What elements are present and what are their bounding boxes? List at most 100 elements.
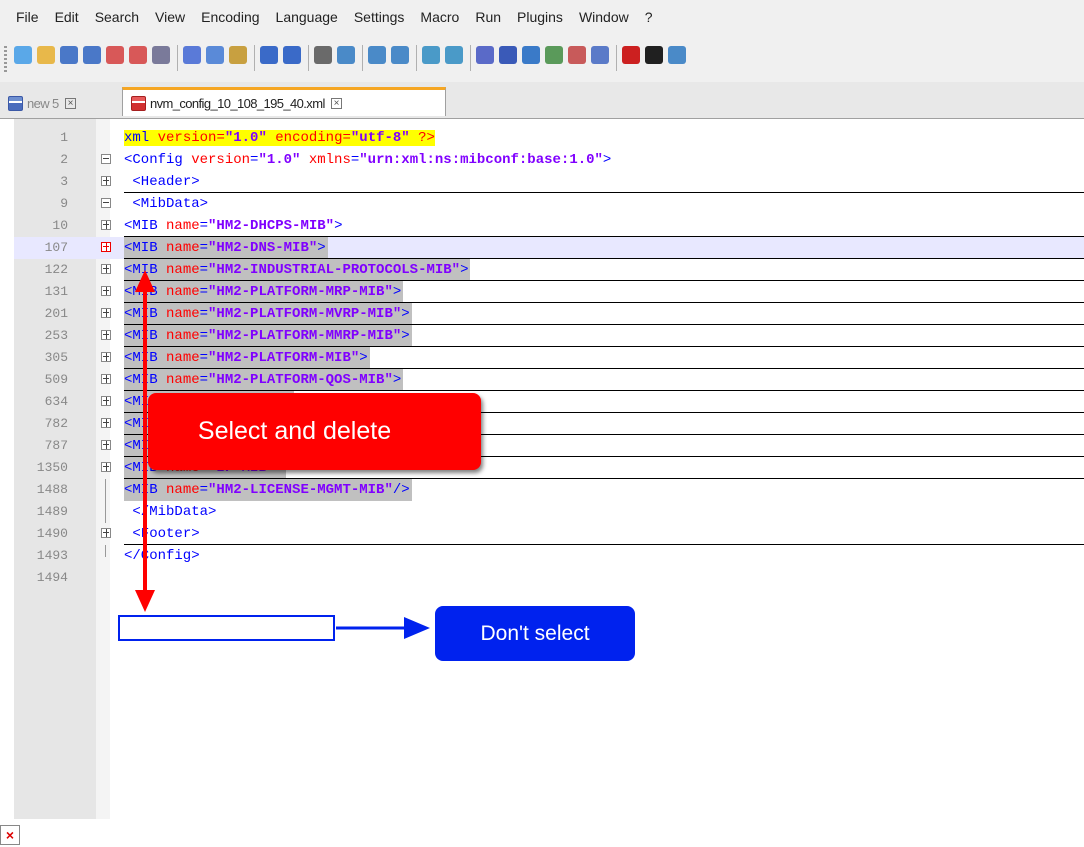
record-macro-icon[interactable]	[622, 46, 640, 64]
line-number: 1488	[36, 482, 68, 497]
redo-icon[interactable]	[283, 46, 301, 64]
code-text[interactable]: </MibData>	[124, 501, 218, 523]
folder-workspace-icon[interactable]	[591, 46, 609, 64]
expand-fold-icon[interactable]	[101, 374, 111, 384]
word-wrap-icon[interactable]	[476, 46, 494, 64]
code-text[interactable]: <MIB name="HM2-DNS-MIB">	[124, 237, 328, 259]
indent-guide-icon[interactable]	[522, 46, 540, 64]
tab-nvm-config[interactable]: nvm_config_10_108_195_40.xml ×	[122, 87, 446, 116]
code-text[interactable]: <Config version="1.0" xmlns="urn:xml:ns:…	[124, 149, 613, 171]
code-text[interactable]: <MIB name="HM2-PLATFORM-MRP-MIB">	[124, 281, 404, 303]
code-text[interactable]: <Header>	[124, 171, 202, 193]
expand-fold-icon[interactable]	[101, 396, 111, 406]
expand-fold-icon[interactable]	[101, 286, 111, 296]
stop-macro-icon[interactable]	[645, 46, 663, 64]
code-line[interactable]: 305 <MIB name="HM2-PLATFORM-MIB">	[14, 347, 1084, 369]
line-number: 787	[44, 438, 68, 453]
menu-file[interactable]: File	[0, 0, 47, 34]
paste-icon[interactable]	[229, 46, 247, 64]
menu-help[interactable]: ?	[637, 0, 661, 34]
code-text[interactable]: <MIB name="HM2-PLATFORM-QOS-MIB">	[124, 369, 404, 391]
close-tab-icon[interactable]: ×	[330, 97, 342, 109]
menu-language[interactable]: Language	[268, 0, 346, 34]
expand-fold-icon[interactable]	[101, 264, 111, 274]
expand-fold-icon[interactable]	[101, 528, 111, 538]
code-line[interactable]: 131 <MIB name="HM2-PLATFORM-MRP-MIB">	[14, 281, 1084, 303]
expand-fold-icon[interactable]	[101, 220, 111, 230]
code-line[interactable]: 9 <MibData>	[14, 193, 1084, 215]
function-list-icon[interactable]	[568, 46, 586, 64]
code-line[interactable]: 1494	[14, 567, 1084, 589]
menu-encoding[interactable]: Encoding	[193, 0, 267, 34]
code-line[interactable]: 107 <MIB name="HM2-DNS-MIB">	[14, 237, 1084, 259]
code-text[interactable]: <MIB name="HM2-DHCPS-MIB">	[124, 215, 344, 237]
undo-icon[interactable]	[260, 46, 278, 64]
open-file-icon[interactable]	[37, 46, 55, 64]
close-all-icon[interactable]	[129, 46, 147, 64]
expand-fold-icon[interactable]	[101, 330, 111, 340]
show-all-chars-icon[interactable]	[499, 46, 517, 64]
expand-fold-icon[interactable]	[101, 352, 111, 362]
menu-macro[interactable]: Macro	[412, 0, 467, 34]
code-text[interactable]: <MIB name="HM2-PLATFORM-MIB">	[124, 347, 370, 369]
toolbar-grip[interactable]	[4, 46, 7, 72]
code-line[interactable]: 1493 </Config>	[14, 545, 1084, 567]
copy-icon[interactable]	[206, 46, 224, 64]
menu-settings[interactable]: Settings	[346, 0, 413, 34]
toolbar-separator	[177, 45, 178, 71]
fold-guide-line	[105, 479, 106, 501]
code-line[interactable]: 10 <MIB name="HM2-DHCPS-MIB">	[14, 215, 1084, 237]
code-line[interactable]: 253 <MIB name="HM2-PLATFORM-MMRP-MIB">	[14, 325, 1084, 347]
zoom-out-icon[interactable]	[391, 46, 409, 64]
expand-fold-icon[interactable]	[101, 242, 111, 252]
replace-icon[interactable]	[337, 46, 355, 64]
cut-icon[interactable]	[183, 46, 201, 64]
code-line[interactable]: 1490 <Footer>	[14, 523, 1084, 545]
close-tab-icon[interactable]: ×	[64, 97, 76, 109]
expand-fold-icon[interactable]	[101, 308, 111, 318]
collapse-fold-icon[interactable]	[101, 154, 111, 164]
fold-end-line	[105, 545, 106, 557]
code-text[interactable]: </Config>	[124, 545, 202, 567]
menu-edit[interactable]: Edit	[47, 0, 87, 34]
code-line[interactable]: 201 <MIB name="HM2-PLATFORM-MVRP-MIB">	[14, 303, 1084, 325]
code-lines[interactable]: 1 xml version="1.0" encoding="utf-8" ?> 2 <…	[14, 127, 1084, 589]
find-icon[interactable]	[314, 46, 332, 64]
tab-new-5[interactable]: new 5 ×	[0, 88, 122, 118]
menu-search[interactable]: Search	[87, 0, 147, 34]
menu-view[interactable]: View	[147, 0, 193, 34]
expand-fold-icon[interactable]	[101, 440, 111, 450]
save-icon[interactable]	[60, 46, 78, 64]
code-line[interactable]: 2 <Config version="1.0" xmlns="urn:xml:ns…	[14, 149, 1084, 171]
menu-bar: File Edit Search View Encoding Language Settin…	[0, 0, 1084, 34]
code-line[interactable]: 1489 </MibData>	[14, 501, 1084, 523]
save-all-icon[interactable]	[83, 46, 101, 64]
zoom-in-icon[interactable]	[368, 46, 386, 64]
code-line[interactable]: 509 <MIB name="HM2-PLATFORM-QOS-MIB">	[14, 369, 1084, 391]
code-text[interactable]: <MIB name="HM2-PLATFORM-MVRP-MIB">	[124, 303, 412, 325]
expand-fold-icon[interactable]	[101, 462, 111, 472]
code-line[interactable]: 1 xml version="1.0" encoding="utf-8" ?>	[14, 127, 1084, 149]
expand-fold-icon[interactable]	[101, 418, 111, 428]
code-text[interactable]: <Footer>	[124, 523, 202, 545]
code-text[interactable]: <MIB name="HM2-INDUSTRIAL-PROTOCOLS-MIB"…	[124, 259, 471, 281]
code-text[interactable]: <MIB name="HM2-PLATFORM-MMRP-MIB">	[124, 325, 412, 347]
expand-fold-icon[interactable]	[101, 176, 111, 186]
code-line[interactable]: 1488 <MIB name="HM2-LICENSE-MGMT-MIB"/>	[14, 479, 1084, 501]
sync-horizontal-icon[interactable]	[445, 46, 463, 64]
collapse-fold-icon[interactable]	[101, 198, 111, 208]
menu-plugins[interactable]: Plugins	[509, 0, 571, 34]
code-line[interactable]: 122 <MIB name="HM2-INDUSTRIAL-PROTOCOLS-M…	[14, 259, 1084, 281]
sync-vertical-icon[interactable]	[422, 46, 440, 64]
doc-map-icon[interactable]	[545, 46, 563, 64]
code-text[interactable]: <MibData>	[124, 193, 210, 215]
menu-run[interactable]: Run	[467, 0, 509, 34]
code-line[interactable]: 3 <Header>	[14, 171, 1084, 193]
play-macro-icon[interactable]	[668, 46, 686, 64]
menu-window[interactable]: Window	[571, 0, 637, 34]
code-text[interactable]: <MIB name="HM2-LICENSE-MGMT-MIB"/>	[124, 479, 412, 501]
code-text[interactable]: xml version="1.0" encoding="utf-8" ?>	[124, 127, 437, 149]
new-file-icon[interactable]	[14, 46, 32, 64]
print-icon[interactable]	[152, 46, 170, 64]
close-icon[interactable]	[106, 46, 124, 64]
